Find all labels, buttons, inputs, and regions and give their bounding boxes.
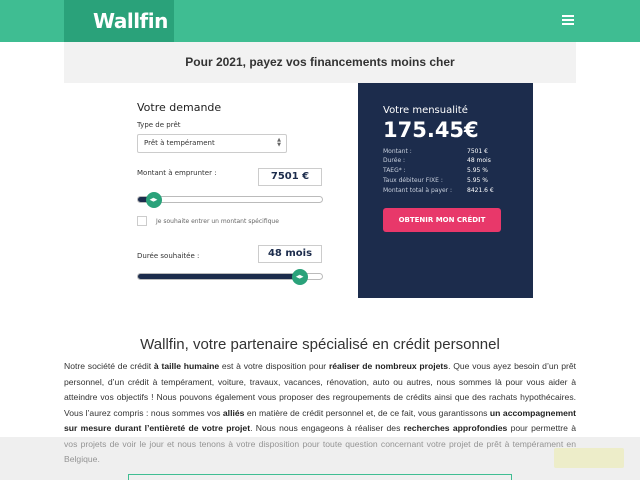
summary-value: 8421.6 € [467,187,494,194]
menu-line [562,23,574,25]
bottom-section-frame [128,474,512,480]
summary-title: Votre mensualité [383,105,468,116]
summary-key: Taux débiteur FIXE : [383,177,443,184]
amount-slider-handle[interactable]: ◀▶ [145,192,162,208]
duration-input[interactable]: 48 mois [258,245,322,263]
summary-key: TAEG* : [383,167,406,174]
specific-amount-label: Je souhaite entrer un montant spécifique [156,218,279,225]
menu-line [562,15,574,17]
logo[interactable]: Wallfin [93,9,168,33]
emphasis: recherches approfondies [403,423,508,433]
get-credit-button[interactable]: OBTENIR MON CRÉDIT [383,208,501,232]
summary-value: 48 mois [467,157,491,164]
amount-label: Montant à emprunter : [137,169,217,177]
summary-key: Montant total à payer : [383,187,453,194]
select-arrows-icon: ▲ ▼ [277,137,281,148]
amount-input[interactable]: 7501 € [258,168,322,186]
hamburger-menu-icon[interactable] [562,15,574,26]
article-heading: Wallfin, votre partenaire spécialisé en … [140,336,500,353]
summary-value: 5.95 % [467,167,488,174]
text: Notre société de crédit [64,361,154,371]
text: en matière de crédit personnel et, de ce… [244,407,490,418]
loan-type-select[interactable]: Prêt à tempérament ▲ ▼ [137,134,287,153]
menu-line [562,19,574,21]
duration-slider-handle[interactable]: ◀▶ [291,269,308,285]
form-title: Votre demande [137,101,222,114]
summary-key: Montant : [383,148,412,155]
duration-slider-fill [138,274,301,279]
emphasis: réaliser de nombreux projets [328,361,449,371]
emphasis: à taille humaine [153,361,220,371]
amount-slider-track[interactable] [137,196,323,203]
text: est à votre disposition pour [219,361,329,371]
cookie-accept-button[interactable] [554,448,624,468]
monthly-amount: 175.45€ [383,118,479,142]
emphasis: alliés [222,407,245,418]
summary-value: 7501 € [467,148,488,155]
summary-panel: Votre mensualité 175.45€ Montant : 7501 … [358,83,533,298]
specific-amount-checkbox[interactable] [137,216,147,226]
summary-key: Durée : [383,157,406,164]
loan-type-value: Prêt à tempérament [144,139,215,147]
text: . Nous nous engageons à réaliser des [250,423,404,433]
loan-type-label: Type de prêt [137,121,181,129]
summary-value: 5.95 % [467,177,488,184]
promo-banner: Pour 2021, payez vos financements moins … [64,42,576,83]
duration-label: Durée souhaitée : [137,252,200,260]
